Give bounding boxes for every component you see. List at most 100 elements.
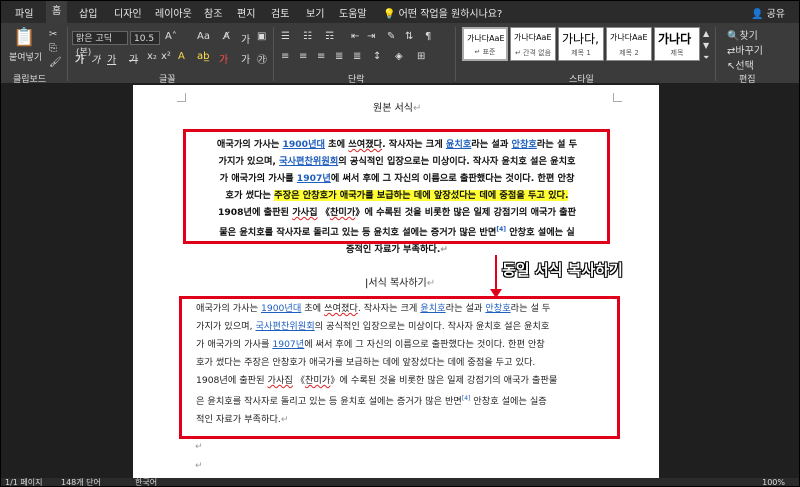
language[interactable]: 한국어 <box>135 478 157 486</box>
lightbulb-icon: 💡 <box>383 9 396 20</box>
paragraph-original: 애국가의 가사는 1900년대 초에 쓰여졌다. 작사자는 크게 윤치호라는 설… <box>195 136 599 258</box>
zoom-level[interactable]: 100% <box>762 478 785 486</box>
tab-layout[interactable]: 레이아웃 <box>155 5 192 20</box>
style-heading1[interactable]: 가나다, 제목 1 <box>558 27 604 61</box>
superscript-icon[interactable]: x² <box>161 51 171 62</box>
style-heading2[interactable]: 가나다AaE 제목 2 <box>606 27 652 61</box>
text-line: 1908년에 출판된 가사집 《찬미가》에 수록된 것을 비롯한 많은 일제 강… <box>195 204 599 221</box>
copy-icon[interactable]: ⎘ <box>49 43 57 54</box>
ribbon-separator <box>455 27 456 81</box>
tab-insert[interactable]: 삽입 <box>79 5 97 20</box>
enclose-char-icon[interactable]: ㉮ <box>257 51 267 66</box>
page-count[interactable]: 1/1 페이지 <box>5 478 43 486</box>
paste-icon[interactable]: 📋 <box>13 27 35 48</box>
style-no-spacing[interactable]: 가나다AaE ↵ 간격 없음 <box>510 27 556 61</box>
justify-icon[interactable]: ≣ <box>335 51 343 62</box>
multilevel-list-icon[interactable]: ☶ <box>325 31 334 42</box>
styles-group-label: 스타일 <box>569 75 594 85</box>
change-case-icon[interactable]: Aa <box>197 31 210 42</box>
style-normal[interactable]: 가나다AaE ↵ 표준 <box>462 27 508 61</box>
distributed-icon[interactable]: ≣ <box>353 51 361 62</box>
hyperlink[interactable]: 국사편찬위원회 <box>255 321 314 332</box>
clear-format-icon[interactable]: A̸ <box>223 31 230 42</box>
find-button[interactable]: 🔍찾기 <box>727 27 758 42</box>
replace-button[interactable]: ⇄바꾸기 <box>727 42 763 57</box>
tab-mailings[interactable]: 편지 <box>237 5 255 20</box>
styles-more-icon[interactable]: ⏷ <box>703 53 709 63</box>
paste-button[interactable]: 붙여넣기 <box>9 50 42 63</box>
style-title[interactable]: 가나다 제목 <box>654 27 700 61</box>
borders-icon[interactable]: ⊞ <box>417 51 425 62</box>
word-count[interactable]: 148개 단어 <box>61 478 101 486</box>
increase-indent-icon[interactable]: ⇥ <box>367 31 375 42</box>
shading-icon[interactable]: ◈ <box>395 51 403 62</box>
text-run: 초에 <box>324 139 349 150</box>
tab-design[interactable]: 디자인 <box>114 5 142 20</box>
align-left-icon[interactable]: ≡ <box>281 51 289 62</box>
text-line: 가 애국가의 가사를 1907년에 써서 후에 그 자신의 이름으로 출판했다는… <box>196 336 606 354</box>
text-run: 증적인 자료가 부족하다. <box>345 244 441 256</box>
hyperlink[interactable]: 안창호 <box>512 139 537 150</box>
numbering-icon[interactable]: ☷ <box>303 31 312 42</box>
italic-button[interactable]: 가 <box>91 51 100 66</box>
ribbon-separator <box>273 27 274 81</box>
hyperlink[interactable]: 1907년 <box>297 173 331 184</box>
tab-file[interactable]: 파일 <box>15 5 33 20</box>
tab-review[interactable]: 검토 <box>271 5 289 20</box>
text-line: 증적인 자료가 부족하다.↵ <box>195 241 599 258</box>
align-center-icon[interactable]: ≡ <box>299 51 307 62</box>
text-effects-icon[interactable]: A <box>178 51 185 62</box>
grow-font-icon[interactable]: A˄ <box>165 31 177 42</box>
hyperlink[interactable]: 1900년대 <box>283 139 325 150</box>
sort-icon[interactable]: ⇅ <box>405 31 413 42</box>
underline-button[interactable]: 가 <box>107 51 116 66</box>
share-label: 공유 <box>766 9 785 20</box>
text-line: 적인 자료가 부족하다.↵ <box>196 411 606 429</box>
hyperlink[interactable]: 1900년대 <box>261 303 301 314</box>
tab-home[interactable]: 홈 <box>46 1 68 23</box>
styles-scroll-down-icon[interactable]: ▼ <box>703 41 709 50</box>
bold-button[interactable]: 가 <box>75 51 84 66</box>
char-border-icon[interactable]: ▣ <box>257 31 266 42</box>
subscript-icon[interactable]: x₂ <box>147 51 157 62</box>
text-line: 호가 썼다는 주장은 안창호가 애국가를 보급하는 데에 앞장섰다는 데에 중점… <box>196 354 606 372</box>
menu-bar: 파일 홈 삽입 디자인 레이아웃 참조 편지 검토 보기 도움말 💡 어떤 작업… <box>1 1 799 23</box>
text-run: 에 써서 후에 그 자신의 이름으로 출판했다는 것이다. 한편 안창 <box>304 339 545 350</box>
hyperlink[interactable]: 윤치호 <box>446 139 471 150</box>
hyperlink[interactable]: 1907년 <box>272 339 304 350</box>
bullets-icon[interactable]: ☰ <box>281 31 290 42</box>
char-shading-icon[interactable]: 가 <box>241 51 250 66</box>
styles-scroll-up-icon[interactable]: ▲ <box>703 29 709 38</box>
hyperlink[interactable]: 국사편찬위원회 <box>279 156 338 167</box>
font-name-select[interactable]: 맑은 고딕(본) <box>72 31 128 58</box>
text-run: 안창호 설에는 실 <box>506 227 575 239</box>
share-button[interactable]: 👤 공유 <box>751 5 785 20</box>
select-button[interactable]: ↖선택 <box>727 57 754 72</box>
show-marks-icon[interactable]: ¶ <box>425 31 431 42</box>
strikethrough-icon[interactable]: 가 <box>129 51 138 66</box>
tab-references[interactable]: 참조 <box>204 5 222 20</box>
line-spacing-icon[interactable]: ↕ <box>373 51 381 62</box>
hyperlink[interactable]: 안창호 <box>485 303 510 314</box>
style-name: ↵ 간격 없음 <box>514 49 552 57</box>
tab-help[interactable]: 도움말 <box>339 5 367 20</box>
ribbon: 📋 붙여넣기 ✂ ⎘ 🖌 클립보드 맑은 고딕(본) 10.5 A˄ Aa A̸… <box>1 23 799 85</box>
text-run: 의 공식적인 입장으로는 미상이다. 작사자 윤치호 설은 윤치호 <box>314 321 550 332</box>
align-right-icon[interactable]: ≡ <box>317 51 325 62</box>
decrease-indent-icon[interactable]: ⇤ <box>351 31 359 42</box>
underlined-text: 가사집 <box>292 207 318 218</box>
tab-view[interactable]: 보기 <box>306 5 324 20</box>
phonetic-icon[interactable]: 가 <box>241 31 250 46</box>
hyperlink[interactable]: 윤치호 <box>420 303 445 314</box>
font-color-icon[interactable]: 가 <box>219 51 228 66</box>
highlight-icon[interactable]: ab̲ <box>197 51 209 62</box>
cut-icon[interactable]: ✂ <box>49 29 57 40</box>
text-run: 초에 <box>301 303 325 314</box>
tell-me-box[interactable]: 💡 어떤 작업을 원하시나요? <box>383 5 502 20</box>
asian-layout-icon[interactable]: ✎ <box>387 31 395 42</box>
footnote-ref[interactable]: [4] <box>496 226 506 233</box>
font-size-select[interactable]: 10.5 <box>130 31 160 45</box>
format-painter-icon[interactable]: 🖌 <box>49 57 62 68</box>
text-run: 애국가의 가사는 <box>196 303 262 314</box>
text-run: 《 <box>317 207 330 218</box>
